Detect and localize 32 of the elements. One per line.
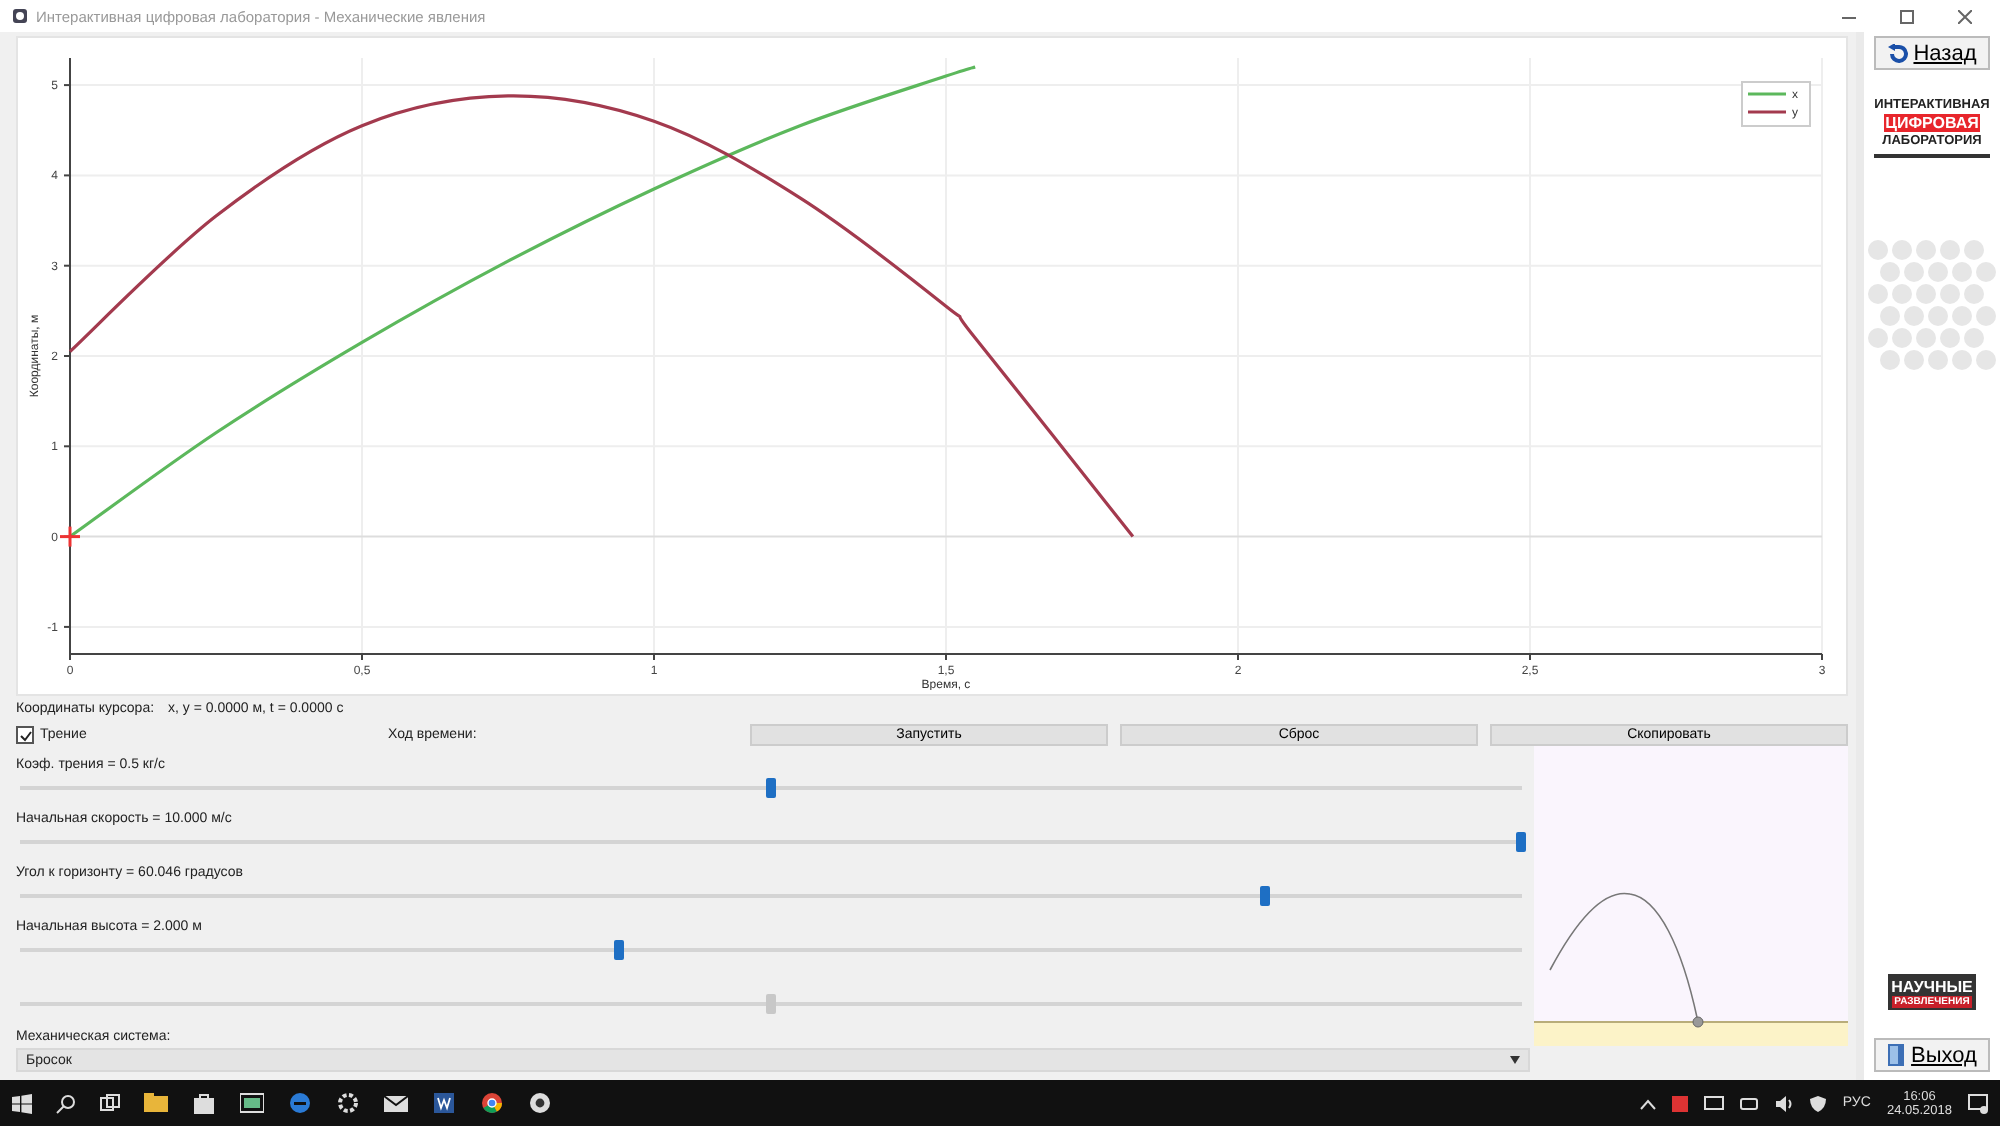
dropdown-caret-icon [1510,1056,1520,1064]
slider-thumb[interactable] [1260,886,1271,906]
speaker-icon[interactable] [1776,1095,1795,1111]
door-icon [1887,1044,1906,1066]
store-icon[interactable] [192,1092,216,1114]
chrome-icon[interactable] [480,1092,504,1114]
shield-icon[interactable] [1810,1095,1827,1111]
back-button[interactable]: Назад [1874,36,1990,70]
cursor-marker [60,526,80,547]
slider-thumb[interactable] [765,778,775,798]
back-arrow-icon [1887,43,1908,63]
search-icon[interactable] [56,1093,76,1113]
maximize-icon[interactable] [1900,9,1914,23]
slider-thumb[interactable] [614,940,625,960]
slider-thumb[interactable] [1516,832,1526,852]
friction-checkbox[interactable] [16,726,34,744]
app-circle-icon[interactable] [528,1092,552,1114]
task-view-icon[interactable] [100,1093,120,1113]
folder-icon[interactable] [144,1092,168,1114]
window-icon[interactable] [240,1092,264,1114]
start-icon[interactable] [12,1093,32,1113]
legend-background [1741,81,1811,127]
checkmark-icon [19,729,31,741]
word-icon[interactable] [432,1092,456,1114]
app-icon [12,8,28,24]
exit-button[interactable]: Выход [1874,1038,1990,1072]
chevron-up-icon[interactable] [1640,1097,1657,1109]
mail-icon[interactable] [384,1092,408,1114]
tray-app-icon[interactable] [1672,1095,1689,1111]
notification-icon[interactable] [1968,1093,1988,1113]
close-icon[interactable] [1958,9,1972,23]
battery-icon[interactable] [1740,1097,1761,1109]
